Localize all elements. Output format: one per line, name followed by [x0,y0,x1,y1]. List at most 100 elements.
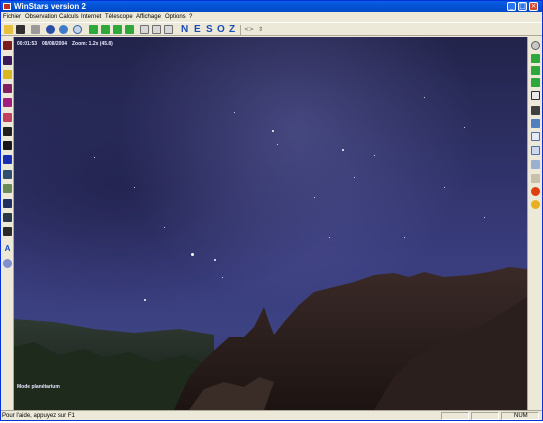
scroll-right-button[interactable]: > [249,23,254,37]
sky-time: 00:01:53 [17,41,38,47]
menu-fichier[interactable]: Fichier [3,12,21,22]
globe-icon[interactable] [46,25,55,34]
star [329,237,330,238]
grid-alt-icon[interactable] [3,213,12,222]
status-panel [471,412,499,420]
direction-north-button[interactable]: N [181,23,188,37]
mode-label: Mode planétarium [17,384,60,390]
status-panel [441,412,469,420]
open-folder-icon[interactable] [4,25,13,34]
minimize-button[interactable]: _ [507,2,516,11]
star [464,127,465,128]
landscape-silhouette [14,267,527,410]
nav-down-green-icon[interactable] [113,25,122,34]
star [277,144,278,145]
star [144,299,146,301]
title-bar[interactable]: WinStars version 2 _ □ × [1,1,542,12]
nav-right-green-icon[interactable] [125,25,134,34]
app-logo-icon [3,3,11,10]
planet-icon[interactable] [3,141,12,150]
menu-telescope[interactable]: Télescope [105,12,133,22]
direction-east-button[interactable]: E [194,23,201,37]
document-icon[interactable] [531,132,540,141]
star [404,237,405,238]
nebula-icon[interactable] [3,98,12,107]
star [342,149,344,151]
sky-date: 08/08/2004 [42,41,68,47]
zoom-in-icon[interactable] [140,25,149,34]
grid-icon[interactable] [3,199,12,208]
nav-up-green-icon[interactable] [101,25,110,34]
zoom-magnifier-icon[interactable] [531,41,540,50]
nav-left-green-icon[interactable] [89,25,98,34]
left-toolbar: A [1,37,14,410]
menu-internet[interactable]: Internet [81,12,101,22]
star-icon[interactable] [3,70,12,79]
num-lock-indicator: NUM [514,413,528,419]
pointer-icon[interactable] [531,91,540,100]
line-icon[interactable] [3,227,12,236]
menu-help[interactable]: ? [189,12,192,22]
star [214,259,216,261]
zoom-fit-icon[interactable] [164,25,173,34]
constellation-icon[interactable] [3,41,12,50]
star [94,157,95,158]
star [374,155,375,156]
camera-icon[interactable] [531,160,540,169]
star [484,217,485,218]
right-toolbar [527,37,542,410]
menu-observation[interactable]: Observation [25,12,57,22]
sky-zoom: Zoom: 1.2x (45.8) [72,41,113,47]
horizon-icon[interactable] [3,170,12,179]
landscape-icon[interactable] [3,184,12,193]
window-title: WinStars version 2 [14,2,86,11]
zoom-out-icon[interactable] [152,25,161,34]
clock-icon[interactable] [73,25,82,34]
status-bar: Pour l'aide, appuyez sur F1 NUM [1,410,542,420]
star [354,177,355,178]
star [444,187,445,188]
play-back-icon[interactable] [531,54,540,63]
save-icon[interactable] [16,25,25,34]
star [272,130,274,132]
satellite-icon[interactable] [3,127,12,136]
star [134,187,135,188]
info-icon[interactable] [531,146,540,155]
maximize-button[interactable]: □ [518,2,527,11]
star [222,277,223,278]
sun-icon[interactable] [531,187,540,196]
app-window: WinStars version 2 _ □ × Fichier Observa… [0,0,543,421]
image-icon[interactable] [531,174,540,183]
telescope-icon[interactable] [3,259,12,268]
menu-affichage[interactable]: Affichage [136,12,161,22]
binoculars-icon[interactable] [531,106,540,115]
face-icon[interactable] [531,200,540,209]
toolbar-separator [240,25,241,35]
direction-west-button[interactable]: O [217,23,225,37]
direction-south-button[interactable]: S [206,23,213,37]
earth-icon[interactable] [59,25,68,34]
planet-blue-icon[interactable] [3,155,12,164]
galaxy-icon[interactable] [3,56,12,65]
text-tool-button[interactable]: A [3,244,12,253]
meteor-icon[interactable] [3,113,12,122]
print-icon[interactable] [31,25,40,34]
comet-icon[interactable] [3,84,12,93]
star [314,197,315,198]
close-button[interactable]: × [529,2,538,11]
direction-zenith-button[interactable]: Z [229,23,235,37]
status-help-text: Pour l'aide, appuyez sur F1 [2,413,75,419]
star [424,97,425,98]
menu-bar: Fichier Observation Calculs Internet Tél… [1,12,542,22]
star [234,112,235,113]
menu-options[interactable]: Options [165,12,186,22]
toggle-arrow-button[interactable]: ⇕ [258,23,263,37]
main-toolbar: N E S O Z < > ⇕ [1,22,542,36]
monitor-icon[interactable] [531,119,540,128]
star [164,227,165,228]
stop-icon[interactable] [531,66,540,75]
play-icon[interactable] [531,78,540,87]
sky-view[interactable]: 00:01:53 08/08/2004 Zoom: 1.2x (45.8) Mo… [14,37,527,410]
star [191,253,194,256]
menu-calculs[interactable]: Calculs [59,12,79,22]
